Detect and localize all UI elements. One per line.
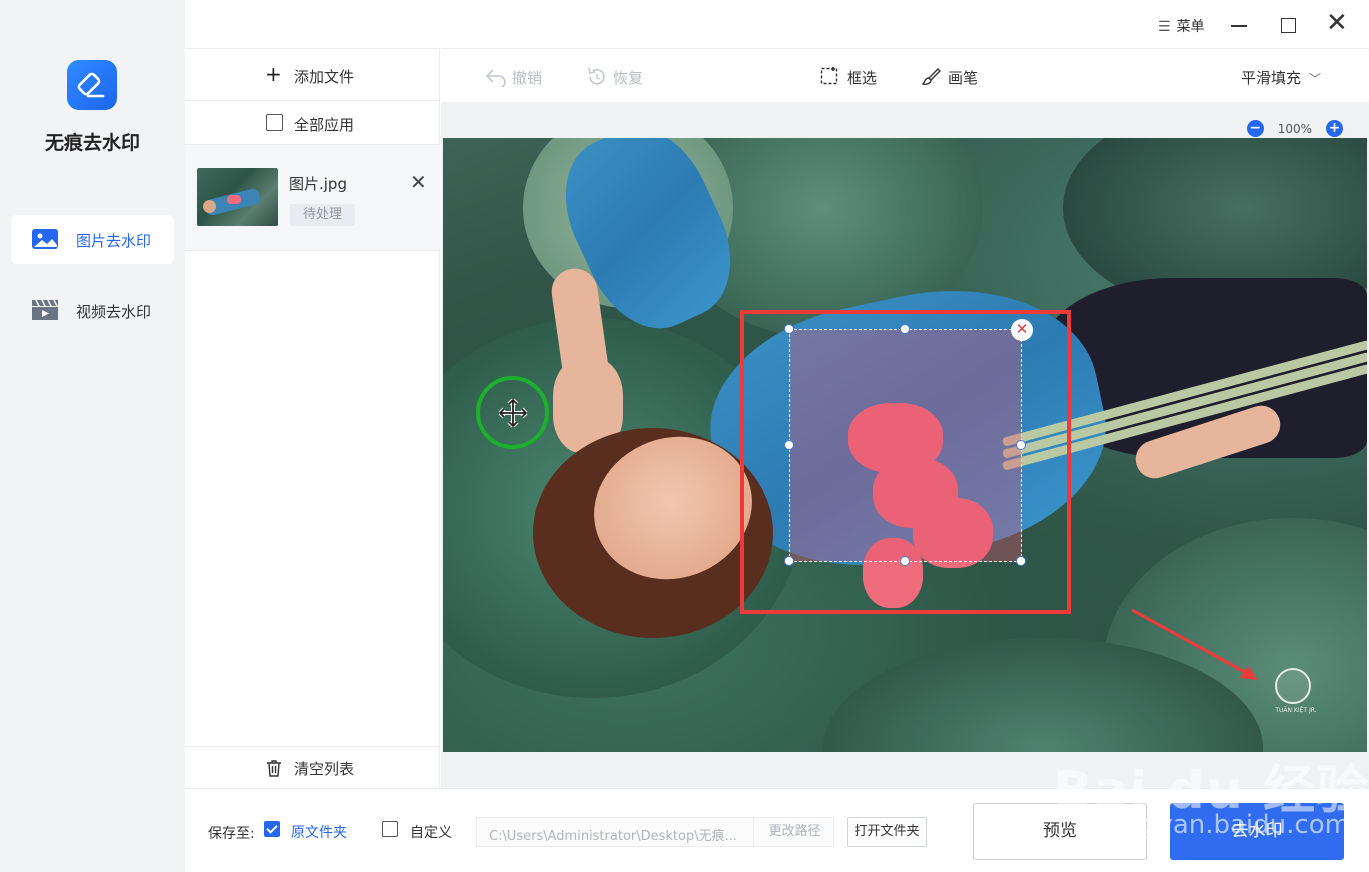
add-file-label: 添加文件 — [294, 68, 355, 86]
file-name: 图片.jpg — [289, 175, 347, 193]
resize-handle[interactable] — [784, 440, 794, 450]
resize-handle[interactable] — [784, 324, 794, 334]
custom-folder-checkbox[interactable] — [382, 821, 398, 837]
redo-icon — [588, 67, 605, 85]
brush-icon — [921, 68, 941, 85]
save-path-value: C:\Users\Administrator\Desktop\无痕... — [489, 829, 738, 844]
apply-all-checkbox[interactable] — [266, 114, 283, 131]
save-path-field[interactable]: C:\Users\Administrator\Desktop\无痕... 更改路… — [476, 817, 834, 847]
nav-item-image-watermark[interactable]: 图片去水印 — [11, 215, 174, 264]
watermark-logo: TUẤN KIỆT JR. — [1271, 668, 1317, 718]
original-folder-label[interactable]: 原文件夹 — [291, 822, 347, 842]
brush-label: 画笔 — [948, 69, 979, 87]
nav-item-video-watermark[interactable]: 视频去水印 — [11, 286, 174, 335]
trash-icon — [267, 760, 281, 777]
fill-mode-value: 平滑填充 — [1241, 69, 1302, 87]
selection-box[interactable] — [789, 329, 1022, 562]
window-close-button[interactable]: ✕ — [1326, 10, 1348, 36]
resize-handle[interactable] — [1016, 440, 1026, 450]
resize-handle[interactable] — [900, 556, 910, 566]
original-folder-checkbox[interactable] — [264, 821, 280, 837]
minimize-button[interactable] — [1231, 25, 1247, 27]
undo-label: 撤销 — [512, 69, 543, 87]
delete-selection-icon[interactable]: ✕ — [1011, 319, 1033, 341]
apply-all-row[interactable]: 全部应用 — [185, 101, 440, 145]
title-bar: ☰ 菜单 ✕ — [185, 0, 1369, 48]
custom-folder-label[interactable]: 自定义 — [410, 822, 452, 842]
box-select-label: 框选 — [847, 69, 878, 87]
file-list-item[interactable]: 图片.jpg 待处理 ✕ — [185, 145, 440, 251]
resize-handle[interactable] — [1016, 556, 1026, 566]
fill-mode-select[interactable]: 平滑填充 ﹀ — [1241, 67, 1321, 88]
zoom-control: −100% + — [1246, 120, 1343, 138]
menu-label: 菜单 — [1176, 19, 1205, 35]
remove-file-icon[interactable]: ✕ — [410, 170, 427, 194]
chevron-down-icon: ﹀ — [1309, 72, 1322, 86]
resize-handle[interactable] — [900, 324, 910, 334]
bottom-bar: 保存至: 原文件夹 自定义 C:\Users\Administrator\Des… — [185, 788, 1369, 872]
box-select-icon — [820, 67, 838, 85]
clear-list-label: 清空列表 — [294, 760, 355, 778]
video-icon — [32, 299, 58, 320]
save-to-label: 保存至: — [208, 826, 255, 842]
file-status-badge: 待处理 — [290, 204, 356, 226]
change-path-button[interactable]: 更改路径 — [753, 818, 835, 846]
image-icon — [32, 229, 58, 249]
apply-all-label: 全部应用 — [294, 116, 355, 134]
file-list-panel: + 添加文件 全部应用 图片.jpg 待处理 ✕ 清空列表 — [185, 48, 440, 788]
zoom-out-button[interactable]: − — [1246, 120, 1264, 137]
watermark-text: TUẤN KIỆT JR. — [1275, 707, 1317, 714]
left-nav: 无痕去水印 图片去水印 视频去水印 — [0, 0, 185, 872]
file-thumbnail — [197, 168, 278, 226]
app-logo — [67, 60, 117, 110]
remove-watermark-button[interactable]: 去水印 — [1170, 803, 1344, 860]
undo-icon — [485, 69, 506, 87]
maximize-button[interactable] — [1281, 18, 1296, 33]
menu-button[interactable]: ☰ 菜单 — [1158, 16, 1205, 36]
menu-icon: ☰ — [1158, 19, 1171, 35]
nav-item-label: 视频去水印 — [76, 303, 152, 321]
open-folder-button[interactable]: 打开文件夹 — [847, 817, 927, 847]
plus-icon: + — [265, 62, 282, 86]
zoom-level: 100% — [1277, 121, 1312, 136]
arrow-annotation — [1131, 608, 1258, 680]
move-cursor-icon — [498, 398, 528, 428]
app-name: 无痕去水印 — [44, 132, 140, 154]
add-file-button[interactable]: + 添加文件 — [185, 49, 440, 101]
nav-item-label: 图片去水印 — [76, 232, 152, 250]
editor-toolbar: 撤销 恢复 框选 画笔 平滑填充 ﹀ — [441, 48, 1369, 102]
eraser-icon — [77, 72, 105, 98]
preview-button[interactable]: 预览 — [973, 803, 1147, 860]
zoom-in-button[interactable]: + — [1326, 120, 1343, 137]
horse-icon — [1275, 668, 1311, 704]
resize-handle[interactable] — [784, 556, 794, 566]
clear-list-button[interactable]: 清空列表 — [185, 746, 440, 789]
redo-label: 恢复 — [613, 69, 644, 87]
